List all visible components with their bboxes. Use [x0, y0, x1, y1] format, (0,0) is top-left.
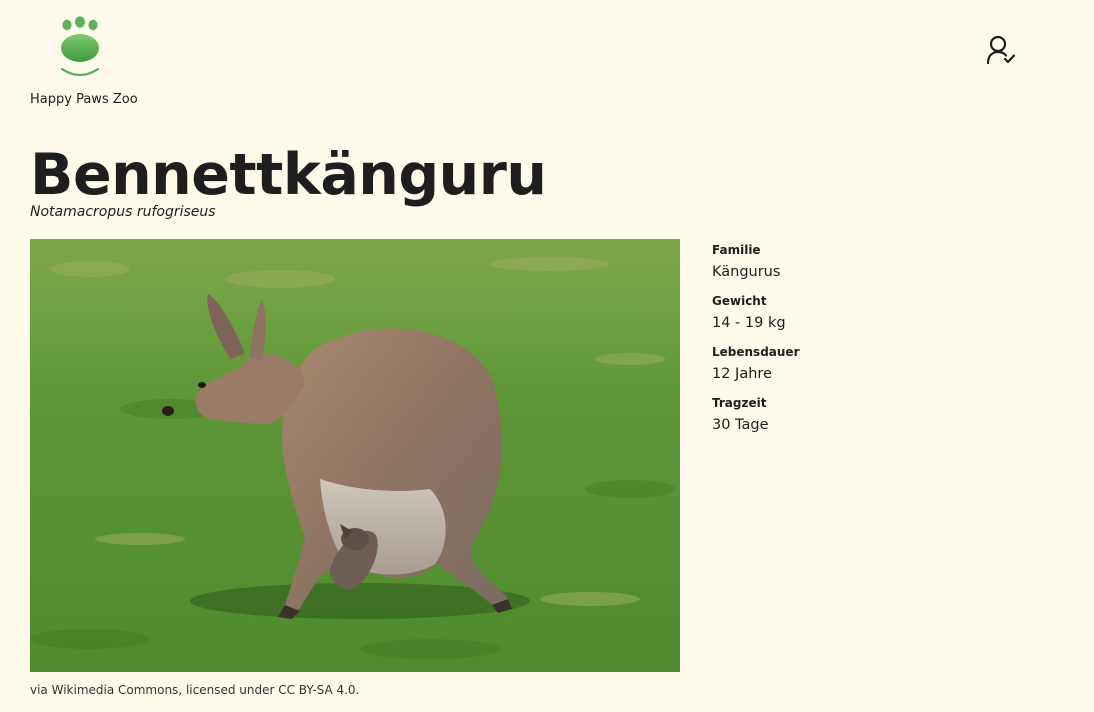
- animal-photo: [30, 239, 680, 672]
- fact-gewicht: Gewicht 14 - 19 kg: [712, 293, 1012, 334]
- site-name: Happy Paws Zoo: [30, 92, 138, 107]
- home-logo-link[interactable]: Happy Paws Zoo: [30, 14, 138, 107]
- fact-value: 30 Tage: [712, 417, 769, 433]
- animal-facts: Familie Kängurus Gewicht 14 - 19 kg Lebe…: [712, 242, 1012, 446]
- fact-value: 12 Jahre: [712, 366, 772, 382]
- fact-lebensdauer: Lebensdauer 12 Jahre: [712, 344, 1012, 385]
- fact-label: Lebensdauer: [712, 345, 800, 359]
- fact-value: 14 - 19 kg: [712, 315, 786, 331]
- fact-label: Tragzeit: [712, 396, 767, 410]
- scientific-name: Notamacropus rufogriseus: [30, 204, 216, 220]
- fact-label: Gewicht: [712, 294, 767, 308]
- fact-label: Familie: [712, 243, 761, 257]
- page-title: Bennettkänguru: [30, 142, 547, 208]
- user-account-button[interactable]: [984, 34, 1020, 68]
- paw-logo-icon: [60, 16, 100, 77]
- fact-tragzeit: Tragzeit 30 Tage: [712, 395, 1012, 436]
- site-header: Happy Paws Zoo: [0, 0, 1094, 120]
- user-check-icon: [986, 35, 1016, 65]
- image-credit: via Wikimedia Commons, licensed under CC…: [30, 683, 360, 697]
- fact-value: Kängurus: [712, 264, 781, 280]
- fact-familie: Familie Kängurus: [712, 242, 1012, 283]
